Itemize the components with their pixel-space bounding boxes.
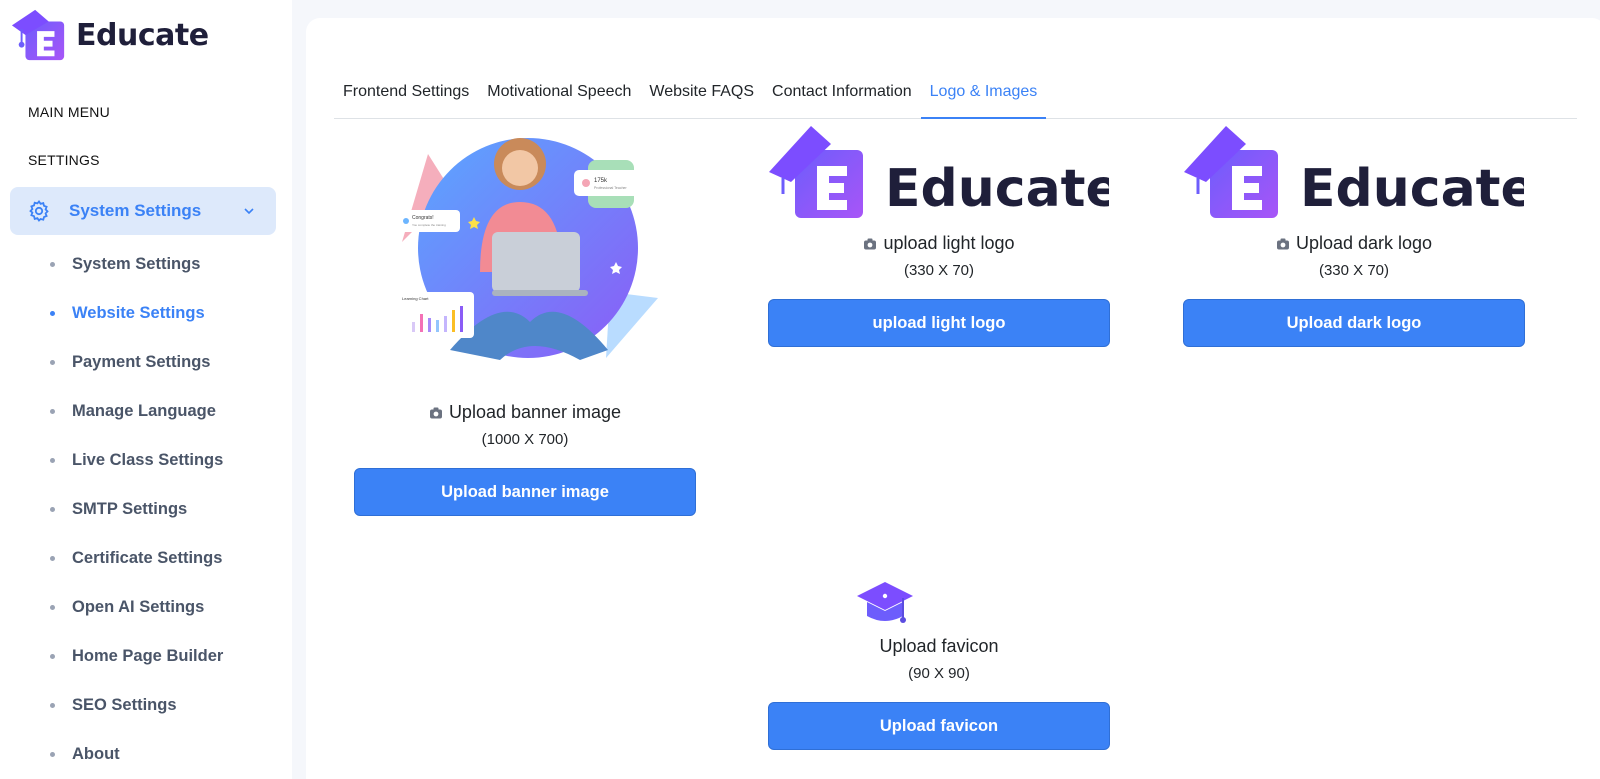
sidebar-item-smtp-settings[interactable]: SMTP Settings bbox=[0, 485, 292, 534]
sidebar-item-system-settings-parent[interactable]: System Settings bbox=[10, 187, 276, 235]
banner-caption: Upload banner image bbox=[354, 402, 696, 423]
congrats-card-subtitle: You complete the training bbox=[412, 223, 446, 227]
sidebar-item-system-settings[interactable]: System Settings bbox=[0, 240, 292, 289]
light-logo-caption-text: upload light logo bbox=[883, 233, 1015, 253]
brand[interactable]: Educate bbox=[10, 6, 209, 64]
sidebar-item-label: Manage Language bbox=[72, 402, 216, 420]
sidebar-item-label: Payment Settings bbox=[72, 353, 211, 371]
bullet-icon bbox=[50, 458, 55, 463]
brand-name: Educate bbox=[76, 17, 209, 53]
sidebar-item-manage-language[interactable]: Manage Language bbox=[0, 387, 292, 436]
upload-favicon-button[interactable]: Upload favicon bbox=[768, 702, 1110, 750]
sidebar-item-label: SEO Settings bbox=[72, 696, 177, 714]
sidebar-item-label: System Settings bbox=[72, 255, 201, 273]
light-logo-dimensions: (330 X 70) bbox=[903, 262, 975, 279]
light-logo-preview: Educate bbox=[769, 126, 1121, 219]
dark-logo-preview: Educate bbox=[1184, 126, 1536, 219]
upload-light-logo-button[interactable]: upload light logo bbox=[768, 299, 1110, 347]
camera-icon bbox=[1276, 238, 1289, 249]
tab-motivational-speech[interactable]: Motivational Speech bbox=[478, 62, 640, 118]
sidebar-item-home-page-builder[interactable]: Home Page Builder bbox=[0, 632, 292, 681]
bullet-icon bbox=[50, 654, 55, 659]
bullet-icon bbox=[50, 703, 55, 708]
tab-contact-information[interactable]: Contact Information bbox=[763, 62, 921, 118]
main-menu-heading[interactable]: MAIN MENU bbox=[28, 104, 110, 120]
dark-logo-text: Educate bbox=[1300, 159, 1524, 219]
dark-logo-dimensions: (330 X 70) bbox=[1318, 262, 1390, 279]
sidebar-item-label: Open AI Settings bbox=[72, 598, 205, 616]
sidebar-item-seo-settings[interactable]: SEO Settings bbox=[0, 681, 292, 730]
banner-caption-text: Upload banner image bbox=[448, 402, 622, 422]
graduation-cap-icon bbox=[857, 582, 913, 623]
bullet-icon bbox=[50, 507, 55, 512]
sidebar-item-open-ai-settings[interactable]: Open AI Settings bbox=[0, 583, 292, 632]
teacher-count-subtitle: Professional Teacher bbox=[594, 186, 627, 190]
light-logo-upload-block: Educate upload light logo (330 X 70) upl… bbox=[768, 122, 1121, 347]
bullet-icon bbox=[50, 556, 55, 561]
sidebar-item-about[interactable]: About bbox=[0, 730, 292, 779]
sidebar: Educate MAIN MENU SETTINGS System Settin… bbox=[0, 0, 292, 779]
bullet-icon bbox=[50, 360, 55, 365]
sidebar-active-parent-label: System Settings bbox=[69, 201, 202, 220]
favicon-upload-block: Upload favicon (90 X 90) Upload favicon bbox=[768, 578, 1110, 750]
sidebar-item-label: Live Class Settings bbox=[72, 451, 224, 469]
sidebar-item-label: Home Page Builder bbox=[72, 647, 224, 665]
dark-logo-upload-block: Educate Upload dark logo (330 X 70) Uplo… bbox=[1183, 122, 1536, 347]
light-logo-caption: upload light logo bbox=[768, 233, 1110, 254]
favicon-dimensions: (90 X 90) bbox=[908, 665, 970, 682]
gear-icon bbox=[29, 200, 49, 222]
camera-icon bbox=[429, 407, 442, 418]
teacher-count-title: 175k bbox=[594, 178, 608, 184]
camera-icon bbox=[864, 238, 877, 249]
sidebar-item-live-class-settings[interactable]: Live Class Settings bbox=[0, 436, 292, 485]
settings-heading[interactable]: SETTINGS bbox=[28, 152, 100, 168]
dark-logo-caption: Upload dark logo bbox=[1183, 233, 1525, 254]
bullet-icon bbox=[50, 262, 55, 267]
congrats-card-title: Congrats! bbox=[412, 215, 434, 221]
sidebar-item-label: Certificate Settings bbox=[72, 549, 223, 567]
sidebar-item-label: About bbox=[72, 745, 120, 763]
sidebar-item-label: Website Settings bbox=[72, 304, 205, 322]
learning-chart-title: Learning Chart bbox=[402, 296, 429, 301]
settings-tabs: Frontend Settings Motivational Speech We… bbox=[334, 62, 1577, 119]
bullet-icon bbox=[50, 752, 55, 757]
banner-image-preview: Congrats! You complete the training 175k… bbox=[396, 138, 658, 360]
light-logo-text: Educate bbox=[885, 159, 1109, 219]
educate-logo-icon bbox=[11, 9, 65, 61]
chevron-down-icon bbox=[244, 208, 254, 215]
sidebar-item-certificate-settings[interactable]: Certificate Settings bbox=[0, 534, 292, 583]
dark-logo-caption-text: Upload dark logo bbox=[1295, 233, 1433, 253]
favicon-caption-text: Upload favicon bbox=[879, 636, 999, 656]
favicon-caption: Upload favicon bbox=[768, 636, 1110, 657]
upload-dark-logo-button[interactable]: Upload dark logo bbox=[1183, 299, 1525, 347]
bullet-icon bbox=[50, 409, 55, 414]
sidebar-item-website-settings[interactable]: Website Settings bbox=[0, 289, 292, 338]
banner-dimensions: (1000 X 700) bbox=[481, 431, 569, 448]
tab-logo-images[interactable]: Logo & Images bbox=[920, 62, 1047, 119]
sidebar-item-payment-settings[interactable]: Payment Settings bbox=[0, 338, 292, 387]
bullet-icon bbox=[50, 605, 55, 610]
banner-upload-block: Upload banner image (1000 X 700) Upload … bbox=[354, 402, 696, 516]
settings-submenu: System Settings Website Settings Payment… bbox=[0, 240, 292, 779]
upload-banner-image-button[interactable]: Upload banner image bbox=[354, 468, 696, 516]
tab-website-faqs[interactable]: Website FAQS bbox=[640, 62, 763, 118]
tab-frontend-settings[interactable]: Frontend Settings bbox=[334, 62, 478, 118]
bullet-icon bbox=[50, 311, 55, 316]
sidebar-item-label: SMTP Settings bbox=[72, 500, 188, 518]
